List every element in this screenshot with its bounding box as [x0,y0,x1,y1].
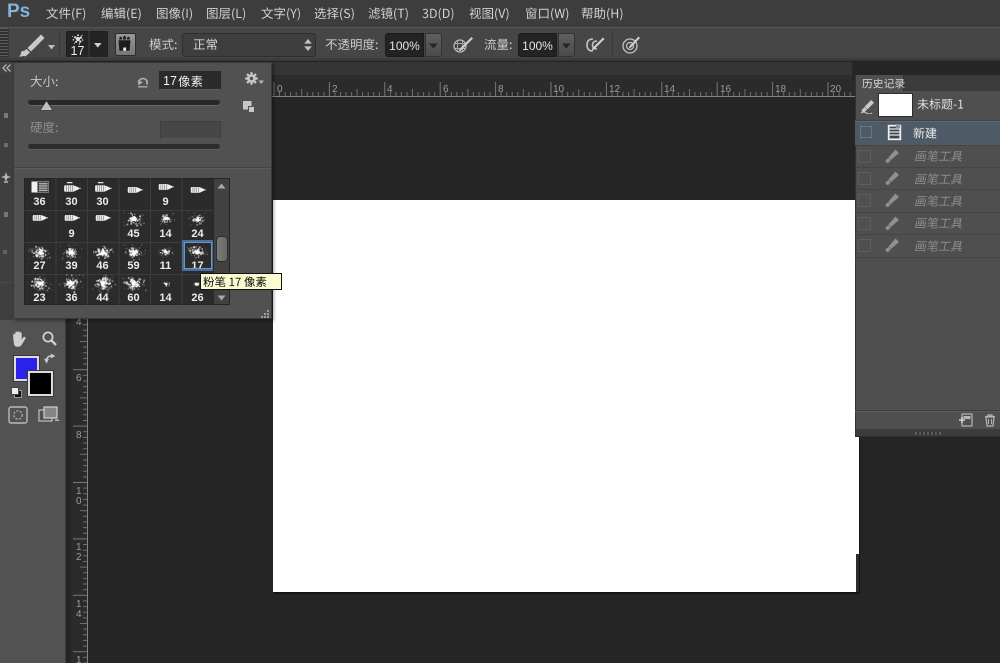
svg-text:2: 2 [76,552,82,563]
svg-text:4: 4 [387,84,393,95]
svg-text:6: 6 [76,373,82,384]
svg-text:20: 20 [830,84,842,95]
svg-text:10: 10 [553,84,565,95]
svg-text:1: 1 [76,655,82,663]
svg-text:0: 0 [277,84,283,95]
svg-text:16: 16 [720,84,732,95]
svg-text:14: 14 [664,84,676,95]
svg-text:4: 4 [76,609,82,620]
svg-text:0: 0 [76,496,82,507]
svg-text:6: 6 [443,84,449,95]
svg-text:18: 18 [775,84,787,95]
svg-text:8: 8 [76,430,82,441]
svg-text:12: 12 [609,84,621,95]
svg-text:8: 8 [498,84,504,95]
svg-text:2: 2 [332,84,338,95]
